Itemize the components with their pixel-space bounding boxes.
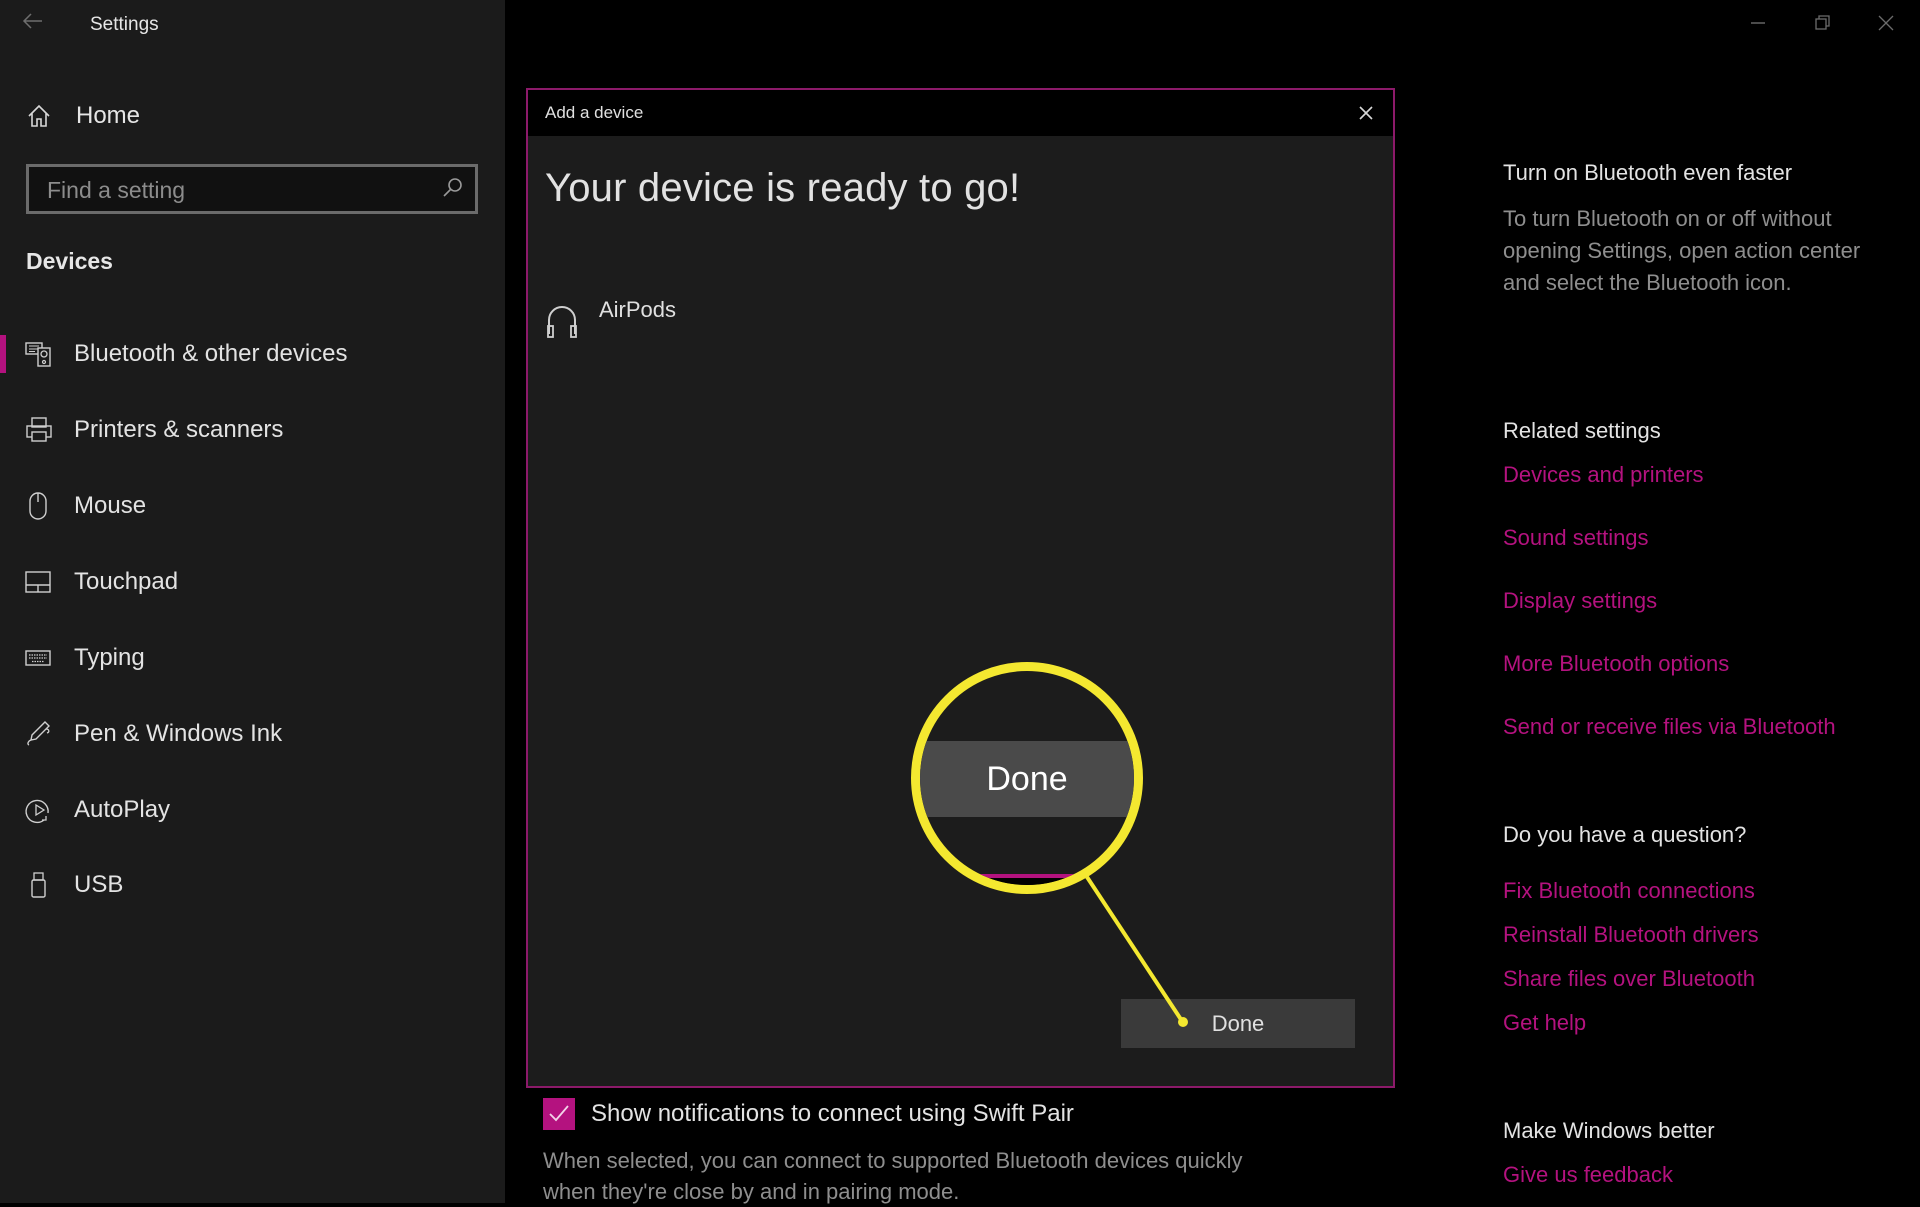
callout-done-label: Done (920, 741, 1134, 817)
checkmark-icon (549, 1105, 569, 1122)
feedback-heading: Make Windows better (1503, 1118, 1715, 1143)
link-devices-and-printers[interactable]: Devices and printers (1503, 462, 1903, 488)
tip-text: To turn Bluetooth on or off without open… (1503, 206, 1861, 295)
link-sound-settings[interactable]: Sound settings (1503, 525, 1903, 551)
link-more-bluetooth-options[interactable]: More Bluetooth options (1503, 651, 1903, 677)
swift-pair-option[interactable]: Show notifications to connect using Swif… (543, 1098, 1074, 1130)
link-fix-bluetooth[interactable]: Fix Bluetooth connections (1503, 878, 1903, 904)
link-display-settings[interactable]: Display settings (1503, 588, 1903, 614)
related-settings-heading: Related settings (1503, 418, 1661, 443)
question-heading: Do you have a question? (1503, 822, 1747, 847)
link-get-help[interactable]: Get help (1503, 1010, 1903, 1036)
tip-heading: Turn on Bluetooth even faster (1503, 160, 1793, 185)
callout-magnifier: Done (911, 662, 1143, 894)
swift-pair-description: When selected, you can connect to suppor… (543, 1148, 1243, 1204)
swift-pair-label: Show notifications to connect using Swif… (591, 1100, 1074, 1127)
link-share-files[interactable]: Share files over Bluetooth (1503, 966, 1903, 992)
link-give-feedback[interactable]: Give us feedback (1503, 1162, 1903, 1188)
link-reinstall-drivers[interactable]: Reinstall Bluetooth drivers (1503, 922, 1903, 948)
link-send-receive-files[interactable]: Send or receive files via Bluetooth (1503, 714, 1903, 740)
swift-pair-checkbox[interactable] (543, 1098, 575, 1130)
